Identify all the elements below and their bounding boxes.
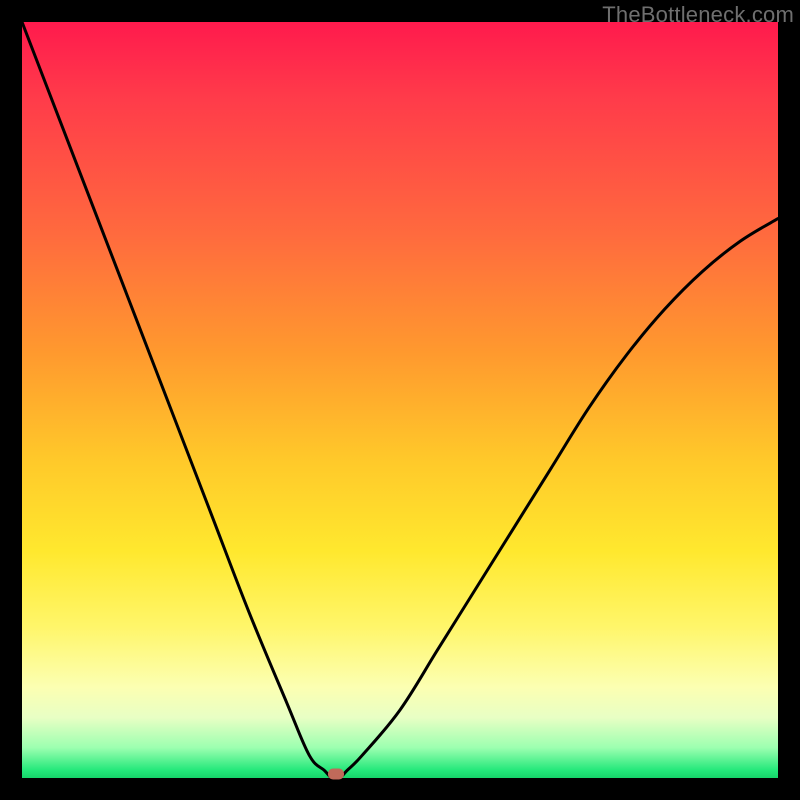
chart-frame: TheBottleneck.com <box>0 0 800 800</box>
minimum-marker <box>328 769 344 780</box>
plot-area <box>22 22 778 778</box>
bottleneck-curve <box>22 22 778 778</box>
